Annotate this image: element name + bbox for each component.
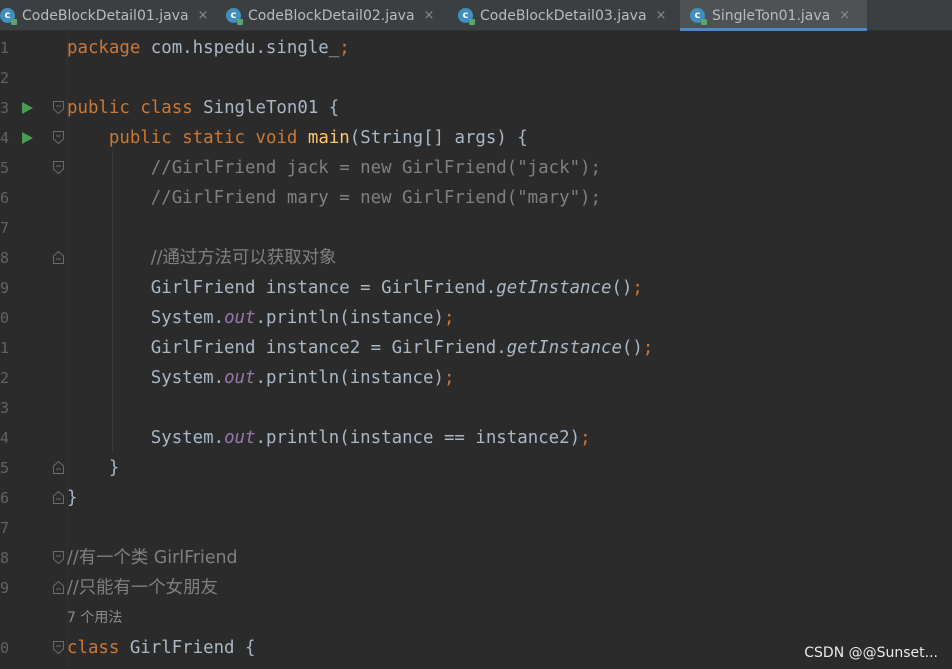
tab-codeblockdetail01[interactable]: c CodeBlockDetail01.java × [0, 0, 218, 31]
line-number: 7 [0, 519, 9, 537]
line-number: 8 [0, 249, 9, 267]
fold-icon[interactable] [53, 101, 64, 114]
code-line: 5 //GirlFriend jack = new GirlFriend("ja… [0, 153, 952, 183]
code-line: 2 System.out.println(instance); [0, 363, 952, 393]
fold-icon[interactable] [53, 161, 64, 174]
fold-end-icon[interactable] [53, 581, 64, 594]
code-line: 9 //只能有一个女朋友 [0, 573, 952, 603]
line-number: 0 [0, 639, 9, 657]
fold-icon[interactable] [53, 131, 64, 144]
fold-icon[interactable] [53, 641, 64, 654]
code-line: 4 public static void main(String[] args)… [0, 123, 952, 153]
line-number: 3 [0, 99, 9, 117]
editor-tab-bar: c CodeBlockDetail01.java × c CodeBlockDe… [0, 0, 952, 31]
code-text[interactable]: System.out.println(instance); [67, 303, 455, 333]
code-line: 2 [0, 63, 952, 93]
tab-label: CodeBlockDetail03.java [480, 7, 647, 24]
line-number: 5 [0, 159, 9, 177]
java-class-icon: c [226, 8, 243, 25]
tab-codeblockdetail03[interactable]: c CodeBlockDetail03.java × [458, 0, 680, 31]
code-text[interactable]: public static void main(String[] args) { [67, 123, 528, 153]
line-number: 2 [0, 69, 9, 87]
close-icon[interactable]: × [198, 8, 209, 23]
java-class-icon: c [0, 8, 17, 25]
fold-end-icon[interactable] [53, 251, 64, 264]
code-line: 3 public class SingleTon01 { [0, 93, 952, 123]
tab-label: SingleTon01.java [712, 7, 831, 24]
code-line: 6 //GirlFriend mary = new GirlFriend("ma… [0, 183, 952, 213]
code-line: 7 [0, 213, 952, 243]
line-number: 9 [0, 579, 9, 597]
code-line: 1 package com.hspedu.single_; [0, 33, 952, 63]
close-icon[interactable]: × [839, 8, 850, 23]
tab-singleton01[interactable]: c SingleTon01.java × [680, 0, 867, 31]
close-icon[interactable]: × [424, 8, 435, 23]
line-number: 6 [0, 189, 9, 207]
java-class-icon: c [690, 8, 707, 25]
code-text[interactable]: class GirlFriend { [67, 633, 255, 663]
code-text[interactable]: //有一个类 GirlFriend [67, 543, 238, 573]
code-text[interactable]: //只能有一个女朋友 [67, 573, 218, 603]
code-text[interactable]: //GirlFriend jack = new GirlFriend("jack… [67, 153, 601, 183]
code-text[interactable]: GirlFriend instance2 = GirlFriend.getIns… [67, 333, 654, 363]
line-number: 6 [0, 489, 9, 507]
code-text[interactable]: //通过方法可以获取对象 [67, 243, 337, 273]
code-line: 6 } [0, 483, 952, 513]
code-text[interactable]: public class SingleTon01 { [67, 93, 339, 123]
code-line: 0 System.out.println(instance); [0, 303, 952, 333]
code-line: 4 System.out.println(instance == instanc… [0, 423, 952, 453]
line-number: 8 [0, 549, 9, 567]
code-line: 5 } [0, 453, 952, 483]
code-line: 9 GirlFriend instance = GirlFriend.getIn… [0, 273, 952, 303]
line-number: 2 [0, 369, 9, 387]
line-number: 9 [0, 279, 9, 297]
fold-icon[interactable] [53, 551, 64, 564]
close-icon[interactable]: × [656, 8, 667, 23]
run-icon[interactable] [22, 102, 33, 114]
fold-end-icon[interactable] [53, 461, 64, 474]
code-line: 1 GirlFriend instance2 = GirlFriend.getI… [0, 333, 952, 363]
code-text[interactable]: System.out.println(instance); [67, 363, 455, 393]
code-text[interactable]: GirlFriend instance = GirlFriend.getInst… [67, 273, 643, 303]
tab-label: CodeBlockDetail02.java [248, 7, 415, 24]
code-text[interactable]: package com.hspedu.single_; [67, 33, 350, 63]
code-text[interactable]: } [67, 483, 77, 513]
run-icon[interactable] [22, 132, 33, 144]
code-text[interactable]: System.out.println(instance == instance2… [67, 423, 591, 453]
line-number: 3 [0, 399, 9, 417]
line-number: 7 [0, 219, 9, 237]
line-number: 4 [0, 429, 9, 447]
tab-codeblockdetail02[interactable]: c CodeBlockDetail02.java × [226, 0, 450, 31]
line-number: 1 [0, 339, 9, 357]
fold-end-icon[interactable] [53, 491, 64, 504]
watermark: CSDN @@Sunset... [804, 645, 938, 661]
java-class-icon: c [458, 8, 475, 25]
code-line: 8 //有一个类 GirlFriend [0, 543, 952, 573]
code-text[interactable]: } [67, 453, 119, 483]
tab-label: CodeBlockDetail01.java [22, 7, 189, 24]
code-line: 3 [0, 393, 952, 423]
code-text[interactable]: //GirlFriend mary = new GirlFriend("mary… [67, 183, 601, 213]
code-line: 7 [0, 513, 952, 543]
code-line: 8 //通过方法可以获取对象 [0, 243, 952, 273]
line-number: 0 [0, 309, 9, 327]
code-editor[interactable]: 1 package com.hspedu.single_; 2 3 public… [0, 31, 952, 669]
usages-inlay-hint[interactable]: 7 个用法 [67, 603, 122, 633]
line-number: 5 [0, 459, 9, 477]
line-number: 4 [0, 129, 9, 147]
line-number: 1 [0, 39, 9, 57]
